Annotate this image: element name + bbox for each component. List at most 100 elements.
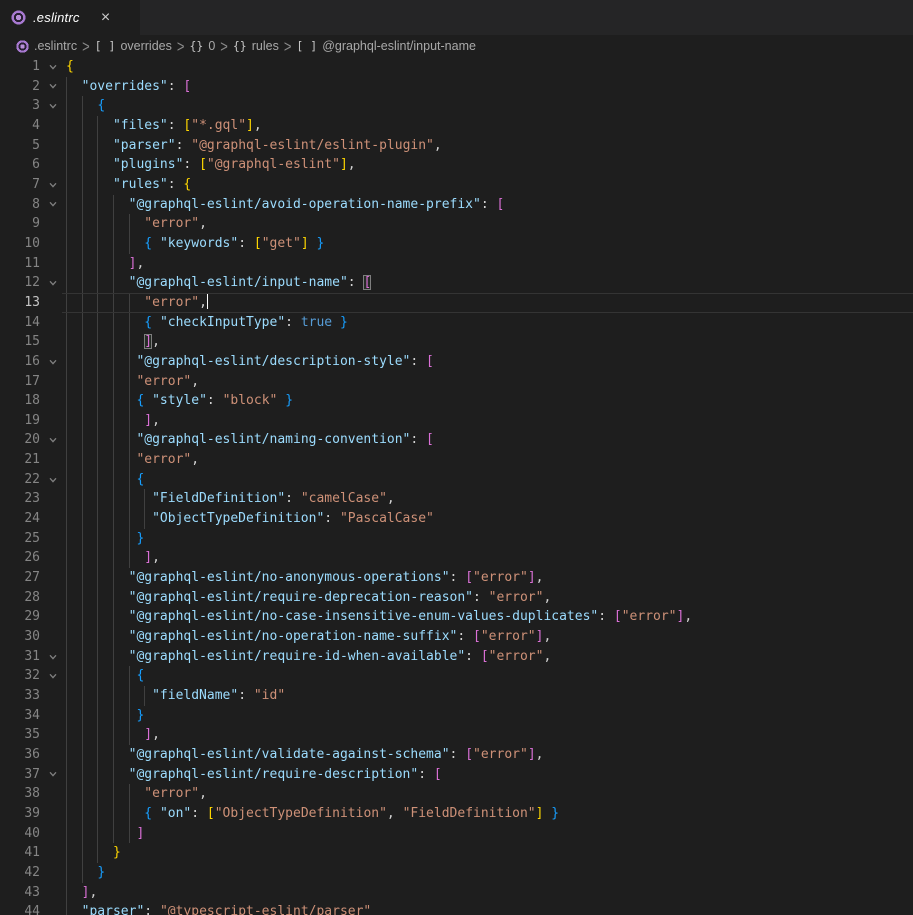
code-line[interactable]: 27 "@graphql-eslint/no-anonymous-operati… (0, 568, 913, 588)
line-number[interactable]: 26 (0, 548, 40, 568)
line-number[interactable]: 36 (0, 745, 40, 765)
line-number[interactable]: 39 (0, 804, 40, 824)
fold-chevron-icon[interactable] (40, 273, 66, 293)
line-number[interactable]: 24 (0, 509, 40, 529)
code-line[interactable]: 15 ], (0, 332, 913, 352)
code-line[interactable]: 31 "@graphql-eslint/require-id-when-avai… (0, 647, 913, 667)
fold-chevron-icon[interactable] (40, 647, 66, 667)
line-number[interactable]: 29 (0, 607, 40, 627)
code-line[interactable]: 4 "files": ["*.gql"], (0, 116, 913, 136)
code-line[interactable]: 17 "error", (0, 372, 913, 392)
line-number[interactable]: 18 (0, 391, 40, 411)
breadcrumb-item-rules[interactable]: {}rules (233, 39, 279, 53)
line-number[interactable]: 37 (0, 765, 40, 785)
code-line[interactable]: 41 } (0, 843, 913, 863)
code-line[interactable]: 24 "ObjectTypeDefinition": "PascalCase" (0, 509, 913, 529)
line-number[interactable]: 44 (0, 902, 40, 915)
close-icon[interactable]: × (96, 8, 116, 28)
line-number[interactable]: 12 (0, 273, 40, 293)
line-number[interactable]: 13 (0, 293, 40, 313)
tab-eslintrc[interactable]: .eslintrc × (0, 0, 140, 35)
code-line[interactable]: 3 { (0, 96, 913, 116)
line-number[interactable]: 23 (0, 489, 40, 509)
line-number[interactable]: 43 (0, 883, 40, 903)
fold-chevron-icon[interactable] (40, 430, 66, 450)
code-line[interactable]: 30 "@graphql-eslint/no-operation-name-su… (0, 627, 913, 647)
code-line[interactable]: 38 "error", (0, 784, 913, 804)
line-number[interactable]: 38 (0, 784, 40, 804)
code-line[interactable]: 35 ], (0, 725, 913, 745)
line-number[interactable]: 34 (0, 706, 40, 726)
code-line[interactable]: 13 "error", (0, 293, 913, 313)
code-line[interactable]: 44 "parser": "@typescript-eslint/parser" (0, 902, 913, 915)
fold-chevron-icon[interactable] (40, 352, 66, 372)
line-number[interactable]: 28 (0, 588, 40, 608)
code-line[interactable]: 18 { "style": "block" } (0, 391, 913, 411)
line-number[interactable]: 2 (0, 77, 40, 97)
breadcrumb-item--eslintrc[interactable]: .eslintrc (16, 39, 77, 53)
line-number[interactable]: 30 (0, 627, 40, 647)
code-line[interactable]: 28 "@graphql-eslint/require-deprecation-… (0, 588, 913, 608)
code-line[interactable]: 22 { (0, 470, 913, 490)
code-line[interactable]: 37 "@graphql-eslint/require-description"… (0, 765, 913, 785)
line-number[interactable]: 5 (0, 136, 40, 156)
line-number[interactable]: 15 (0, 332, 40, 352)
code-line[interactable]: 25 } (0, 529, 913, 549)
line-number[interactable]: 41 (0, 843, 40, 863)
code-line[interactable]: 16 "@graphql-eslint/description-style": … (0, 352, 913, 372)
code-line[interactable]: 34 } (0, 706, 913, 726)
line-number[interactable]: 35 (0, 725, 40, 745)
code-line[interactable]: 9 "error", (0, 214, 913, 234)
line-number[interactable]: 10 (0, 234, 40, 254)
line-number[interactable]: 27 (0, 568, 40, 588)
code-line[interactable]: 10 { "keywords": ["get"] } (0, 234, 913, 254)
fold-chevron-icon[interactable] (40, 57, 66, 77)
line-number[interactable]: 8 (0, 195, 40, 215)
line-number[interactable]: 20 (0, 430, 40, 450)
code-line[interactable]: 14 { "checkInputType": true } (0, 313, 913, 333)
code-line[interactable]: 23 "FieldDefinition": "camelCase", (0, 489, 913, 509)
code-line[interactable]: 43 ], (0, 883, 913, 903)
code-line[interactable]: 7 "rules": { (0, 175, 913, 195)
line-number[interactable]: 1 (0, 57, 40, 77)
code-line[interactable]: 1{ (0, 57, 913, 77)
line-number[interactable]: 32 (0, 666, 40, 686)
line-number[interactable]: 7 (0, 175, 40, 195)
code-line[interactable]: 20 "@graphql-eslint/naming-convention": … (0, 430, 913, 450)
line-number[interactable]: 9 (0, 214, 40, 234)
line-number[interactable]: 3 (0, 96, 40, 116)
fold-chevron-icon[interactable] (40, 96, 66, 116)
line-number[interactable]: 19 (0, 411, 40, 431)
line-number[interactable]: 6 (0, 155, 40, 175)
fold-chevron-icon[interactable] (40, 77, 66, 97)
fold-chevron-icon[interactable] (40, 470, 66, 490)
code-line[interactable]: 40 ] (0, 824, 913, 844)
code-line[interactable]: 6 "plugins": ["@graphql-eslint"], (0, 155, 913, 175)
code-line[interactable]: 26 ], (0, 548, 913, 568)
code-line[interactable]: 29 "@graphql-eslint/no-case-insensitive-… (0, 607, 913, 627)
code-editor[interactable]: 1{2 "overrides": [3 {4 "files": ["*.gql"… (0, 57, 913, 915)
line-number[interactable]: 4 (0, 116, 40, 136)
line-number[interactable]: 14 (0, 313, 40, 333)
code-line[interactable]: 32 { (0, 666, 913, 686)
line-number[interactable]: 40 (0, 824, 40, 844)
code-line[interactable]: 33 "fieldName": "id" (0, 686, 913, 706)
fold-chevron-icon[interactable] (40, 195, 66, 215)
code-line[interactable]: 12 "@graphql-eslint/input-name": [ (0, 273, 913, 293)
breadcrumb-item-overrides[interactable]: [ ]overrides (95, 39, 172, 53)
fold-chevron-icon[interactable] (40, 765, 66, 785)
line-number[interactable]: 31 (0, 647, 40, 667)
code-line[interactable]: 42 } (0, 863, 913, 883)
breadcrumb-item--graphql-eslint-input-name[interactable]: [ ]@graphql-eslint/input-name (296, 39, 476, 53)
fold-chevron-icon[interactable] (40, 175, 66, 195)
line-number[interactable]: 22 (0, 470, 40, 490)
line-number[interactable]: 33 (0, 686, 40, 706)
fold-chevron-icon[interactable] (40, 666, 66, 686)
code-line[interactable]: 2 "overrides": [ (0, 77, 913, 97)
line-number[interactable]: 16 (0, 352, 40, 372)
code-line[interactable]: 8 "@graphql-eslint/avoid-operation-name-… (0, 195, 913, 215)
code-line[interactable]: 36 "@graphql-eslint/validate-against-sch… (0, 745, 913, 765)
line-number[interactable]: 42 (0, 863, 40, 883)
code-line[interactable]: 19 ], (0, 411, 913, 431)
line-number[interactable]: 11 (0, 254, 40, 274)
